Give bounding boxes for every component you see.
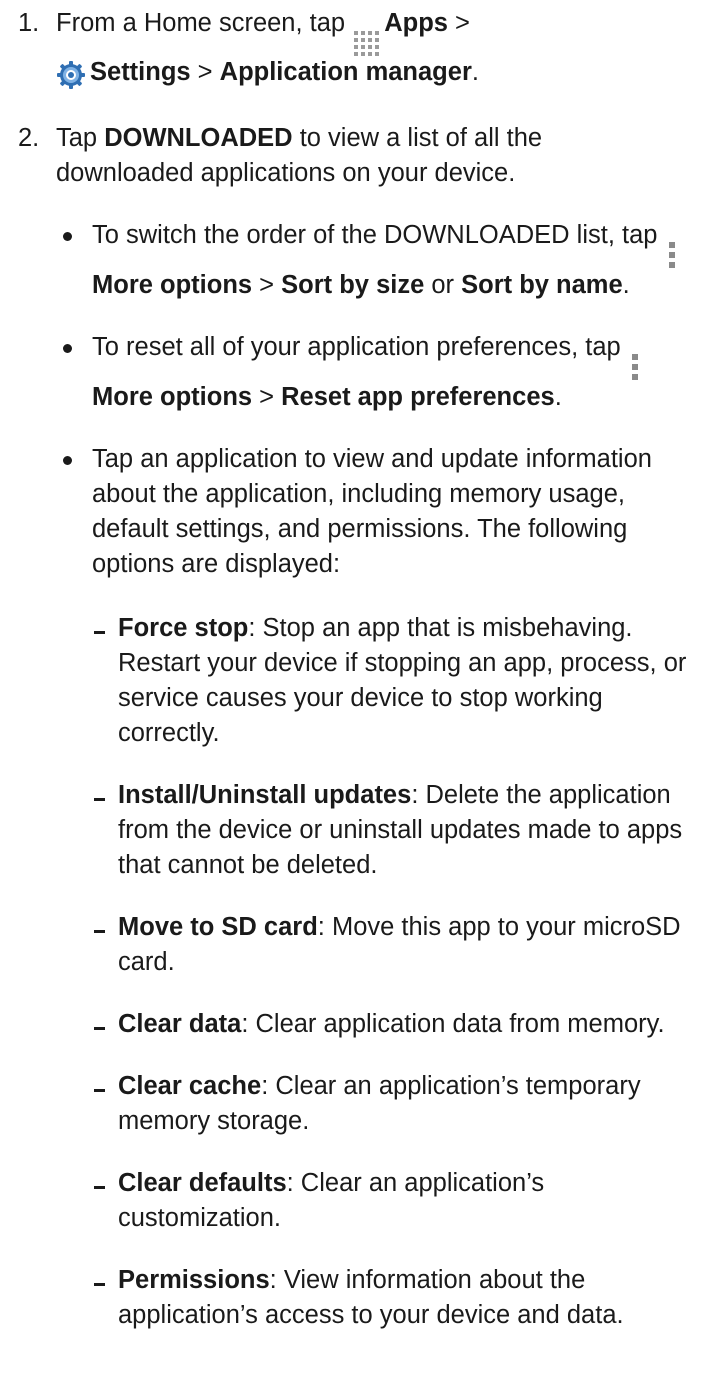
bullet-sort-order: To switch the order of the DOWNLOADED li…: [0, 218, 701, 303]
dash-marker: [94, 631, 105, 634]
apps-grid-icon: [352, 31, 380, 56]
dash-marker: [94, 930, 105, 933]
apps-label: Apps: [384, 9, 448, 37]
more-options-icon: [631, 354, 638, 380]
option-term: Clear defaults: [118, 1169, 287, 1197]
option-term: Permissions: [118, 1266, 270, 1294]
step-number: 1.: [18, 9, 40, 37]
bullet-reset-preferences: To reset all of your application prefere…: [0, 330, 701, 415]
option-term: Clear cache: [118, 1072, 262, 1100]
dash-marker: [94, 798, 105, 801]
step-2: 2. Tap DOWNLOADED to view a list of all t…: [0, 121, 701, 191]
dash-marker: [94, 1089, 105, 1092]
option-clear-defaults: Clear defaults: Clear an application’s c…: [0, 1166, 701, 1236]
dash-marker: [94, 1186, 105, 1189]
bullet-app-info: Tap an application to view and update in…: [0, 442, 701, 582]
more-options-icon: [668, 242, 675, 268]
option-clear-cache: Clear cache: Clear an application’s temp…: [0, 1069, 701, 1139]
bullet-dot: [63, 232, 72, 241]
dash-marker: [94, 1283, 105, 1286]
sort-by-size-label: Sort by size: [281, 271, 425, 299]
bullet-dot: [63, 344, 72, 353]
settings-gear-icon: [56, 59, 86, 94]
option-term: Clear data: [118, 1010, 242, 1038]
option-description: : Clear application data from memory.: [241, 1010, 665, 1038]
instructions-page: 1. From a Home screen, tap Apps > Setting…: [0, 0, 701, 1399]
reset-app-preferences-label: Reset app preferences: [281, 383, 555, 411]
option-move-to-sd-card: Move to SD card: Move this app to your m…: [0, 910, 701, 980]
option-term: Install/Uninstall updates: [118, 781, 412, 809]
option-clear-data: Clear data: Clear application data from …: [0, 1007, 701, 1042]
dash-marker: [94, 1027, 105, 1030]
sort-by-name-label: Sort by name: [461, 271, 623, 299]
downloaded-label: DOWNLOADED: [104, 124, 293, 152]
option-term: Move to SD card: [118, 913, 318, 941]
option-force-stop: Force stop: Stop an app that is misbehav…: [0, 611, 701, 751]
step-number: 2.: [18, 124, 40, 152]
more-options-label: More options: [92, 271, 253, 299]
settings-label: Settings: [90, 58, 191, 86]
more-options-label: More options: [92, 383, 253, 411]
step-1: 1. From a Home screen, tap Apps > Setting…: [0, 6, 701, 94]
option-install-uninstall-updates: Install/Uninstall updates: Delete the ap…: [0, 778, 701, 883]
application-manager-label: Application manager: [219, 58, 472, 86]
option-term: Force stop: [118, 614, 249, 642]
option-permissions: Permissions: View information about the …: [0, 1263, 701, 1333]
bullet-dot: [63, 456, 72, 465]
